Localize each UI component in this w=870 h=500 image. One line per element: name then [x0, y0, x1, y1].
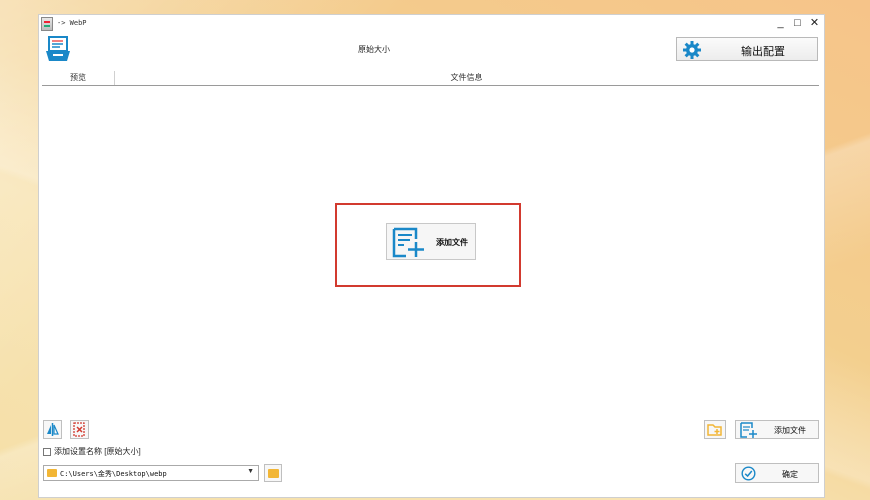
app-window: -> WebP _ □ ✕ 原始大小 输出配置 预览 文件信息 添加文件 添加文…: [38, 14, 825, 498]
minimize-button[interactable]: _: [775, 16, 786, 30]
add-file-center-button[interactable]: 添加文件: [386, 223, 476, 260]
browse-folder-button[interactable]: [264, 464, 282, 482]
folder-icon: [47, 469, 57, 477]
output-path-value: C:\Users\金秀\Desktop\webp: [60, 470, 167, 478]
output-path-select[interactable]: C:\Users\金秀\Desktop\webp ▼: [43, 465, 259, 481]
window-title: -> WebP: [57, 19, 87, 27]
folder-icon: [268, 469, 279, 478]
ok-label: 确定: [782, 470, 798, 479]
add-file-button[interactable]: 添加文件: [735, 420, 819, 439]
flip-icon: [44, 423, 61, 442]
add-file-center-label: 添加文件: [436, 238, 468, 247]
file-list-header: 预览 文件信息: [42, 71, 819, 86]
add-file-icon: [739, 422, 759, 443]
add-settings-name-checkbox[interactable]: [43, 447, 51, 456]
ok-button[interactable]: 确定: [735, 463, 819, 483]
add-settings-name-option[interactable]: 添加设置名称 [原始大小]: [43, 446, 141, 457]
export-settings-label: 输出配置: [741, 46, 785, 58]
delete-icon: [71, 422, 88, 442]
export-settings-button[interactable]: 输出配置: [676, 37, 818, 61]
add-folder-button[interactable]: [704, 420, 726, 439]
flip-button[interactable]: [43, 420, 62, 439]
column-file-info[interactable]: 文件信息: [114, 71, 819, 85]
close-button[interactable]: ✕: [809, 16, 820, 30]
add-folder-icon: [705, 424, 725, 442]
add-file-icon: [392, 227, 426, 263]
title-bar: -> WebP _ □ ✕: [39, 15, 824, 33]
gear-icon: [682, 40, 702, 65]
page-title: 原始大小: [358, 45, 390, 54]
window-controls: _ □ ✕: [775, 16, 820, 30]
check-circle-icon: [741, 466, 756, 486]
app-icon: [41, 17, 53, 31]
add-settings-name-label: 添加设置名称 [原始大小]: [54, 447, 141, 456]
column-preview[interactable]: 预览: [42, 71, 115, 85]
maximize-button[interactable]: □: [792, 16, 803, 30]
chevron-down-icon: ▼: [247, 468, 254, 475]
delete-button[interactable]: [70, 420, 89, 439]
add-file-label: 添加文件: [774, 426, 806, 435]
document-tray-icon[interactable]: [45, 35, 71, 63]
